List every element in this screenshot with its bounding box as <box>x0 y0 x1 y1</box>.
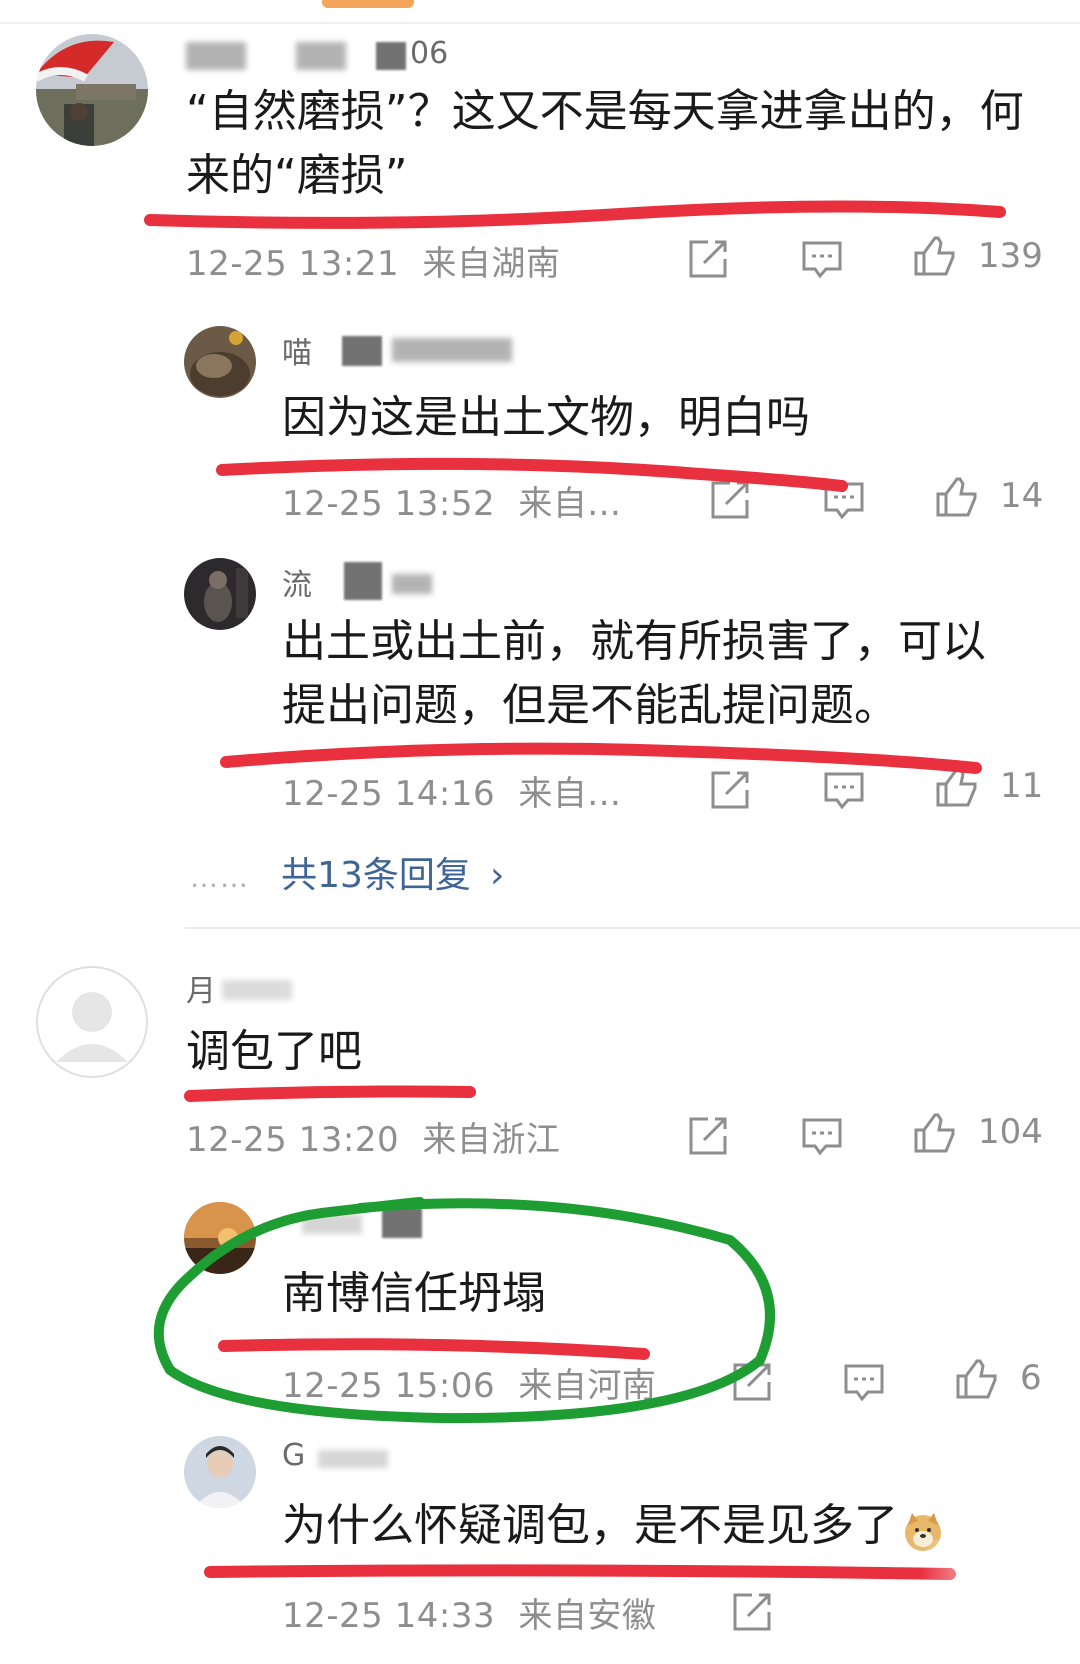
like-count: 14 <box>1000 476 1044 516</box>
username[interactable]: 喵 <box>282 328 542 371</box>
comment-meta: 12-25 14:16 来自... <box>282 766 621 815</box>
more-replies[interactable]: …… 共13条回复 › <box>190 846 504 898</box>
comment-meta: 12-25 13:52 来自... <box>282 476 621 525</box>
comment-divider <box>185 927 1080 929</box>
red-underline <box>204 1564 956 1580</box>
avatar[interactable] <box>184 1436 256 1508</box>
more-replies-label[interactable]: 共13条回复 <box>281 855 471 896</box>
comment-icon[interactable] <box>822 768 866 812</box>
avatar[interactable] <box>184 558 256 630</box>
reply-text-line: 提出问题，但是不能乱提问题。 <box>282 680 898 731</box>
comment-meta: 12-25 13:20 来自浙江 <box>186 1112 560 1161</box>
timestamp: 12-25 14:33 <box>282 1596 496 1636</box>
comment-icon[interactable] <box>800 1114 844 1158</box>
avatar[interactable] <box>184 1202 256 1274</box>
reply-text-content: 为什么怀疑调包，是不是见多了 <box>282 1500 898 1551</box>
timestamp: 12-25 14:16 <box>282 774 496 814</box>
comment-icon[interactable] <box>822 478 866 522</box>
comment-text: 调包了吧 <box>186 1026 362 1077</box>
username[interactable]: G <box>282 1438 442 1474</box>
share-icon[interactable] <box>708 768 752 812</box>
share-icon[interactable] <box>708 478 752 522</box>
username[interactable]: 月 <box>186 966 386 1009</box>
comment-meta: 12-25 14:33 来自安徽 <box>282 1588 656 1637</box>
like-icon[interactable] <box>912 1111 956 1155</box>
location: 来自浙江 <box>422 1120 561 1160</box>
bottom-right-fade <box>920 1540 1080 1664</box>
share-icon[interactable] <box>730 1360 774 1404</box>
timestamp: 12-25 13:21 <box>186 244 400 284</box>
comment-meta: 12-25 13:21 来自湖南 <box>186 236 560 285</box>
comment-text: “自然磨损”？这又不是每天拿进拿出的，何 来的“磨损” <box>186 80 1066 208</box>
scroll-indicator <box>322 0 414 8</box>
timestamp: 12-25 13:20 <box>186 1120 400 1160</box>
reply-text-line: 出土或出土前，就有所损害了，可以 <box>282 616 986 667</box>
chevron-right-icon[interactable]: › <box>490 855 504 896</box>
timestamp: 12-25 13:52 <box>282 484 496 524</box>
comment-icon[interactable] <box>842 1360 886 1404</box>
red-underline <box>218 1338 650 1360</box>
share-icon[interactable] <box>686 1114 730 1158</box>
comment-text-line: 来的“磨损” <box>186 150 408 201</box>
like-count: 11 <box>1000 766 1044 806</box>
like-count: 104 <box>978 1112 1043 1152</box>
username[interactable] <box>282 1204 462 1240</box>
red-underline <box>144 200 1006 229</box>
share-icon[interactable] <box>730 1590 774 1634</box>
like-icon[interactable] <box>934 765 978 809</box>
reply-text: 为什么怀疑调包，是不是见多了 <box>282 1494 1002 1558</box>
timestamp: 12-25 15:06 <box>282 1366 496 1406</box>
location: 来自... <box>518 774 622 814</box>
like-icon[interactable] <box>954 1357 998 1401</box>
comment-icon[interactable] <box>800 237 844 281</box>
comment-text-line: “自然磨损”？这又不是每天拿进拿出的，何 <box>186 86 1024 137</box>
avatar[interactable] <box>184 326 256 398</box>
reply-text: 出土或出土前，就有所损害了，可以 提出问题，但是不能乱提问题。 <box>282 610 1042 738</box>
share-icon[interactable] <box>686 237 730 281</box>
like-icon[interactable] <box>934 475 978 519</box>
like-count: 139 <box>978 236 1043 276</box>
reply-text: 南博信任坍塌 <box>282 1268 546 1319</box>
username[interactable]: 流 <box>282 560 482 603</box>
red-underline <box>184 1085 476 1102</box>
username[interactable]: 06 <box>186 36 486 76</box>
like-count: 6 <box>1020 1358 1042 1398</box>
avatar-default-icon[interactable] <box>36 966 148 1078</box>
location: 来自... <box>518 484 622 524</box>
location: 来自湖南 <box>422 244 561 284</box>
location: 来自安徽 <box>518 1596 657 1636</box>
comment-meta: 12-25 15:06 来自河南 <box>282 1358 656 1407</box>
more-replies-dots: …… <box>190 861 250 894</box>
reply-text: 因为这是出土文物，明白吗 <box>282 392 810 443</box>
like-icon[interactable] <box>912 234 956 278</box>
location: 来自河南 <box>518 1366 657 1406</box>
top-divider <box>0 22 1080 24</box>
avatar[interactable] <box>36 34 148 146</box>
